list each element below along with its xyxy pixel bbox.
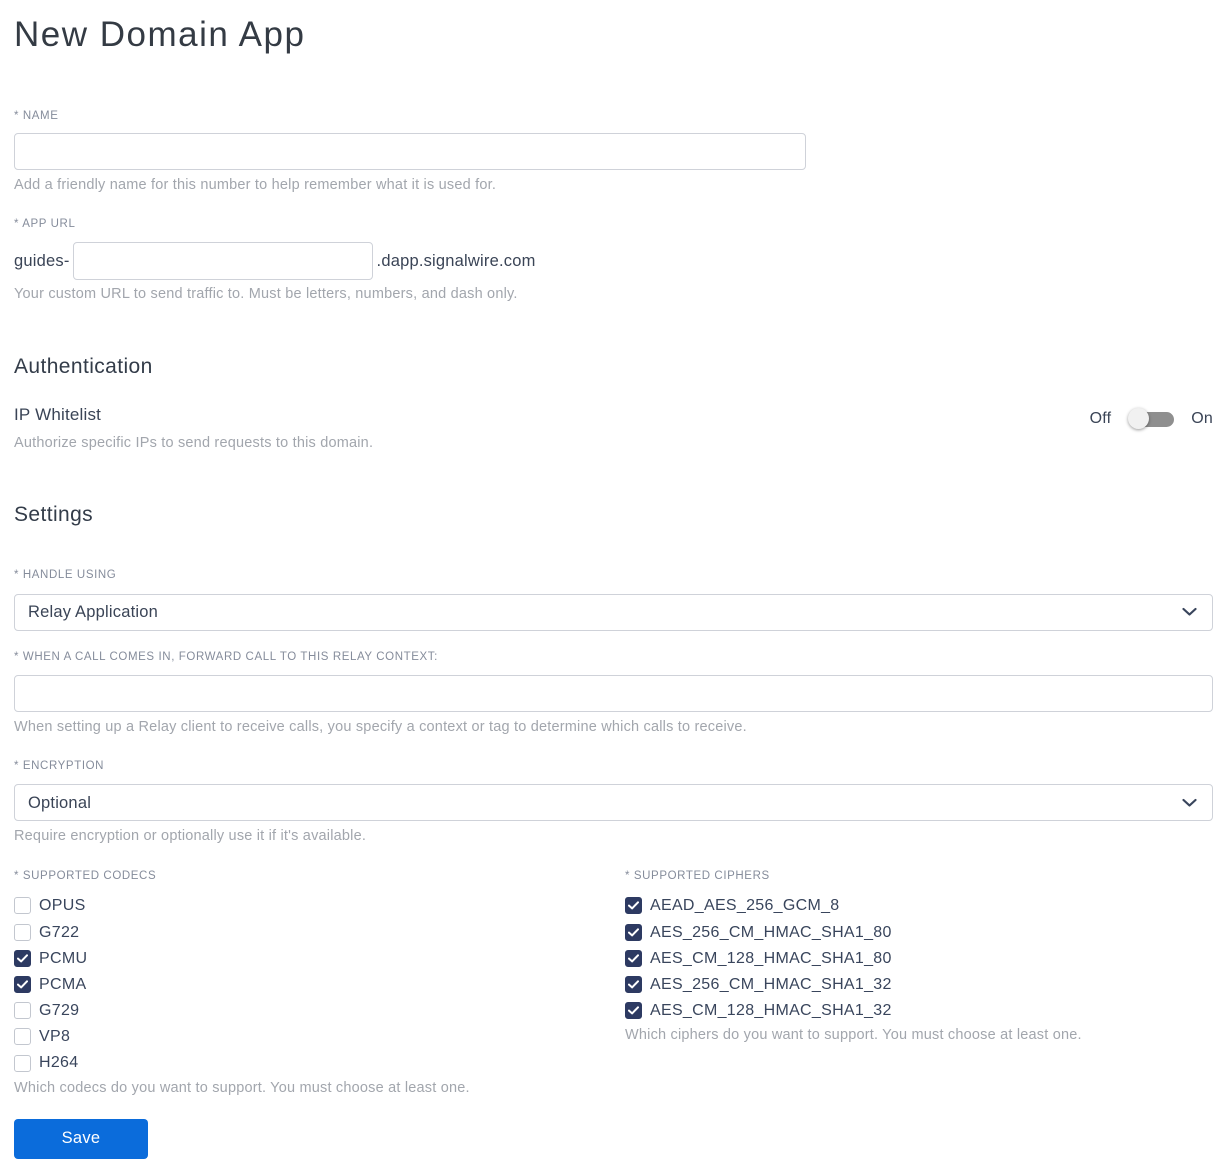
ip-whitelist-label: IP Whitelist	[14, 405, 102, 425]
codecs-helper: Which codecs do you want to support. You…	[14, 1079, 470, 1096]
checkbox-label: AES_CM_128_HMAC_SHA1_32	[650, 1002, 892, 1020]
checkbox-label: PCMU	[39, 949, 88, 967]
checkbox-unchecked-icon[interactable]	[14, 1002, 31, 1020]
cipher-checkbox-aead-aes-256-gcm-8[interactable]: AEAD_AES_256_GCM_8	[625, 896, 1213, 915]
encryption-helper: Require encryption or optionally use it …	[14, 828, 367, 845]
toggle-on-label: On	[1191, 410, 1213, 428]
ip-whitelist-toggle[interactable]	[1128, 408, 1175, 430]
app-url-label: * APP URL	[14, 218, 76, 231]
app-url-helper: Your custom URL to send traffic to. Must…	[14, 286, 518, 303]
checkbox-unchecked-icon[interactable]	[14, 923, 31, 941]
relay-context-label: * WHEN A CALL COMES IN, FORWARD CALL TO …	[14, 650, 438, 663]
ciphers-list: AEAD_AES_256_GCM_8 AES_256_CM_HMAC_SHA1_8…	[625, 896, 1213, 1020]
codec-checkbox-g722[interactable]: G722	[14, 923, 625, 942]
encryption-select[interactable]: Optional	[14, 784, 1213, 822]
ip-whitelist-helper: Authorize specific IPs to send requests …	[14, 434, 374, 451]
supported-ciphers-label: * SUPPORTED CIPHERS	[625, 869, 770, 882]
checkbox-unchecked-icon[interactable]	[14, 897, 31, 915]
name-input[interactable]	[14, 133, 806, 171]
checkbox-unchecked-icon[interactable]	[14, 1028, 31, 1046]
name-helper: Add a friendly name for this number to h…	[14, 177, 497, 194]
relay-context-input[interactable]	[14, 674, 1213, 712]
checkbox-checked-icon[interactable]	[14, 976, 31, 994]
checkbox-label: AES_CM_128_HMAC_SHA1_80	[650, 949, 892, 967]
settings-heading: Settings	[14, 502, 94, 526]
codec-checkbox-pcmu[interactable]: PCMU	[14, 949, 625, 968]
authentication-heading: Authentication	[14, 355, 153, 379]
checkbox-label: AES_256_CM_HMAC_SHA1_80	[650, 923, 892, 941]
checkbox-checked-icon[interactable]	[625, 949, 642, 967]
checkbox-unchecked-icon[interactable]	[14, 1054, 31, 1072]
ciphers-helper: Which ciphers do you want to support. Yo…	[625, 1027, 1082, 1044]
codecs-ciphers-grid: * SUPPORTED CODECS OPUS G722 PCMU PCMA G729 V…	[14, 870, 1213, 1096]
checkbox-label: H264	[39, 1054, 79, 1072]
name-label: * NAME	[14, 109, 59, 122]
app-url-input[interactable]	[72, 242, 373, 281]
supported-codecs-label: * SUPPORTED CODECS	[14, 869, 157, 882]
checkbox-checked-icon[interactable]	[625, 923, 642, 941]
checkbox-checked-icon[interactable]	[14, 949, 31, 967]
checkbox-label: OPUS	[39, 897, 86, 915]
ip-whitelist-row: IP Whitelist Authorize specific IPs to s…	[14, 405, 1213, 450]
encryption-select-wrap: Optional	[14, 784, 1213, 822]
relay-context-helper: When setting up a Relay client to receiv…	[14, 718, 747, 735]
cipher-checkbox-aes-cm-128-hmac-sha1-32[interactable]: AES_CM_128_HMAC_SHA1_32	[625, 1001, 1213, 1020]
checkbox-label: AEAD_AES_256_GCM_8	[650, 897, 840, 915]
app-url-suffix: .dapp.signalwire.com	[376, 251, 536, 270]
app-url-prefix: guides-	[14, 251, 70, 270]
checkbox-label: G729	[39, 1002, 80, 1020]
codec-checkbox-h264[interactable]: H264	[14, 1053, 625, 1072]
checkbox-label: PCMA	[39, 975, 87, 993]
handle-using-select[interactable]: Relay Application	[14, 593, 1213, 631]
checkbox-label: AES_256_CM_HMAC_SHA1_32	[650, 975, 892, 993]
supported-codecs-column: * SUPPORTED CODECS OPUS G722 PCMU PCMA G729 V…	[14, 870, 625, 1096]
codec-checkbox-pcma[interactable]: PCMA	[14, 975, 625, 994]
handle-using-label: * HANDLE USING	[14, 568, 117, 581]
codec-checkbox-opus[interactable]: OPUS	[14, 896, 625, 915]
cipher-checkbox-aes-256-cm-hmac-sha1-32[interactable]: AES_256_CM_HMAC_SHA1_32	[625, 975, 1213, 994]
codec-checkbox-vp8[interactable]: VP8	[14, 1027, 625, 1046]
cipher-checkbox-aes-cm-128-hmac-sha1-80[interactable]: AES_CM_128_HMAC_SHA1_80	[625, 949, 1213, 968]
ip-whitelist-text: IP Whitelist Authorize specific IPs to s…	[14, 405, 373, 450]
toggle-off-label: Off	[1089, 410, 1112, 428]
handle-using-select-wrap: Relay Application	[14, 593, 1213, 631]
cipher-checkbox-aes-256-cm-hmac-sha1-80[interactable]: AES_256_CM_HMAC_SHA1_80	[625, 923, 1213, 942]
supported-ciphers-column: * SUPPORTED CIPHERS AEAD_AES_256_GCM_8 AE…	[625, 870, 1213, 1096]
checkbox-label: G722	[39, 923, 80, 941]
checkbox-checked-icon[interactable]	[625, 976, 642, 994]
codecs-list: OPUS G722 PCMU PCMA G729 VP8 H264	[14, 896, 625, 1072]
codec-checkbox-g729[interactable]: G729	[14, 1001, 625, 1020]
app-url-row: guides- .dapp.signalwire.com	[14, 242, 1213, 281]
save-button[interactable]: Save	[14, 1118, 148, 1159]
ip-whitelist-toggle-group: Off On	[1090, 408, 1213, 430]
checkbox-checked-icon[interactable]	[625, 1002, 642, 1020]
page-title: New Domain App	[14, 15, 306, 54]
checkbox-label: VP8	[39, 1028, 71, 1046]
checkbox-checked-icon[interactable]	[625, 897, 642, 915]
encryption-label: * ENCRYPTION	[14, 759, 105, 772]
new-domain-app-form: New Domain App * NAME Add a friendly nam…	[0, 0, 1230, 1169]
